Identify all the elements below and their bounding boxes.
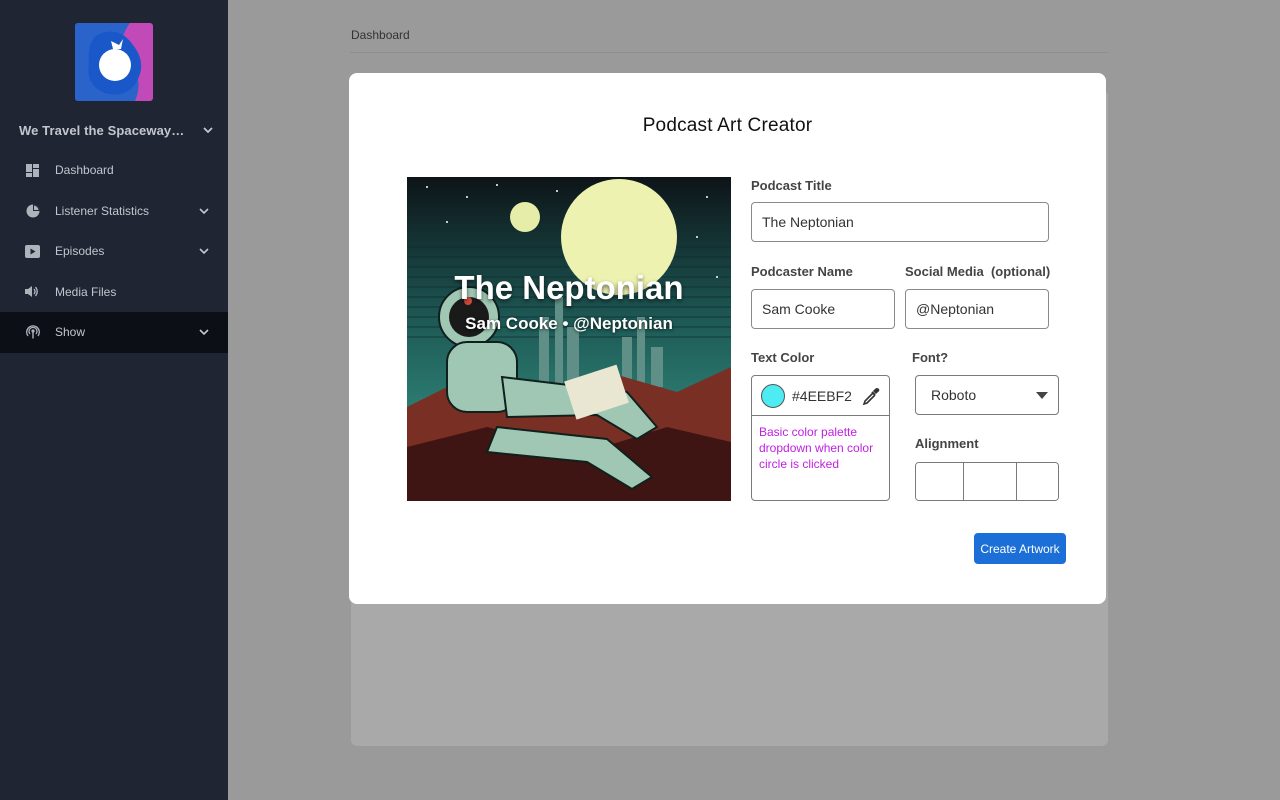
dashboard-icon	[25, 163, 40, 178]
font-label: Font?	[912, 350, 949, 365]
artwork-illustration	[407, 177, 731, 501]
artwork-title: The Neptonian	[454, 269, 684, 306]
sidebar-item-show[interactable]: Show	[0, 312, 228, 353]
show-name: We Travel the Spaceways...	[19, 122, 189, 138]
eyedropper-icon[interactable]	[862, 387, 880, 405]
color-hex-value[interactable]: #4EEBF2	[792, 388, 856, 404]
podcast-title-input[interactable]	[751, 202, 1049, 242]
artwork-preview: The Neptonian Sam Cooke • @Neptonian	[407, 177, 731, 501]
modal-title: Podcast Art Creator	[642, 115, 813, 136]
chevron-down-icon	[203, 127, 213, 134]
chevron-down-icon	[199, 208, 209, 214]
artwork-subtitle: Sam Cooke • @Neptonian	[465, 314, 673, 333]
sidebar-item-episodes[interactable]: Episodes	[0, 231, 228, 272]
align-left-button[interactable]	[916, 463, 964, 500]
alignment-toggle-group	[915, 462, 1059, 501]
sidebar-item-dashboard[interactable]: Dashboard	[0, 150, 228, 191]
text-color-picker: #4EEBF2 Basic color palette dropdown whe…	[751, 375, 890, 501]
play-icon	[25, 244, 40, 259]
font-select[interactable]: Roboto	[915, 375, 1059, 415]
sidebar-item-listener-statistics[interactable]: Listener Statistics	[0, 191, 228, 232]
color-palette-note: Basic color palette dropdown when color …	[759, 425, 874, 471]
dropdown-arrow-icon	[1036, 392, 1048, 399]
alignment-label: Alignment	[915, 436, 979, 451]
sidebar-item-label: Episodes	[55, 244, 105, 259]
sidebar: We Travel the Spaceways... Dashboard Lis…	[0, 0, 228, 800]
chevron-down-icon	[199, 329, 209, 336]
sidebar-item-media-files[interactable]: Media Files	[0, 272, 228, 313]
sidebar-item-label: Dashboard	[55, 163, 114, 178]
podcast-art-creator-modal: Podcast Art Creator The Neptonian Sam Co…	[349, 73, 1106, 604]
social-media-label: Social Media (optional)	[905, 264, 1051, 279]
podcast-title-label: Podcast Title	[751, 178, 832, 193]
podcaster-name-input[interactable]	[751, 289, 895, 329]
show-selector[interactable]: We Travel the Spaceways...	[19, 121, 214, 139]
create-artwork-button[interactable]: Create Artwork	[974, 533, 1066, 564]
speaker-icon	[25, 284, 40, 299]
podcaster-name-label: Podcaster Name	[751, 264, 853, 279]
font-selected-value: Roboto	[931, 387, 977, 403]
podcast-icon	[25, 325, 40, 340]
sidebar-item-label: Media Files	[55, 284, 117, 299]
chevron-down-icon	[199, 248, 209, 255]
sidebar-nav: Dashboard Listener Statistics Episodes M…	[0, 150, 228, 353]
show-logo[interactable]	[75, 23, 153, 101]
social-media-input[interactable]	[905, 289, 1049, 329]
color-swatch[interactable]	[761, 383, 785, 408]
divider	[350, 52, 1108, 53]
sidebar-item-label: Listener Statistics	[55, 203, 150, 218]
page-title: Dashboard	[351, 28, 410, 42]
align-center-button[interactable]	[963, 463, 1016, 500]
text-color-label: Text Color	[751, 350, 815, 365]
align-right-button[interactable]	[1015, 463, 1058, 500]
color-input-row: #4EEBF2	[752, 376, 889, 416]
pie-chart-icon	[25, 203, 40, 218]
sidebar-item-label: Show	[55, 325, 86, 340]
